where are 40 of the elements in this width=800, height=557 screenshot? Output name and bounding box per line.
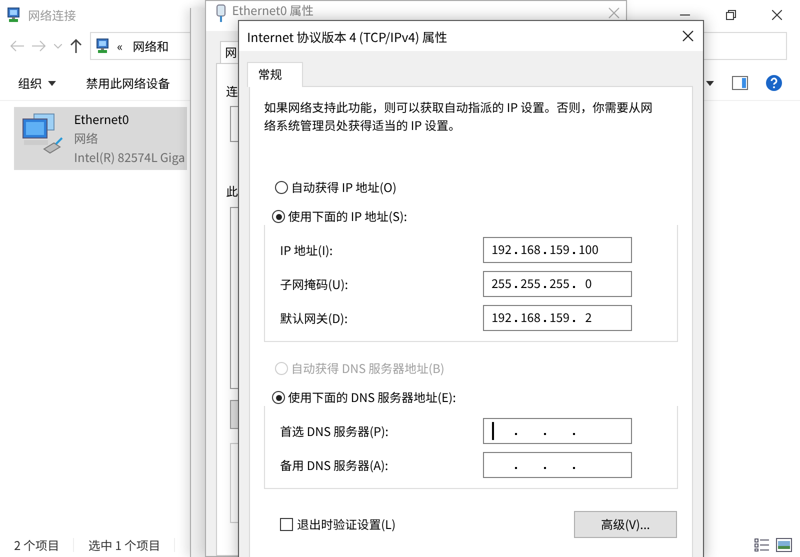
toolbar-button[interactable]: 禁用此网络设备 [86, 74, 170, 92]
field-label: 备用 DNS 服务器(A): [280, 456, 390, 474]
radio-option[interactable]: 自动获得 IP 地址(O) [264, 179, 678, 196]
ip-address-field[interactable] [483, 418, 632, 444]
dialog-title: Internet 协议版本 4 (TCP/IPv4) 属性 [247, 26, 448, 46]
radio-option[interactable]: 使用下面的 IP 地址(S): [261, 208, 678, 225]
close-icon[interactable] [682, 30, 694, 42]
status-text: 2 个项目 [14, 536, 60, 554]
details-view-icon[interactable] [754, 538, 770, 552]
section-label: 连 [226, 83, 238, 100]
advanced-button[interactable]: 高级(V)... [574, 511, 677, 538]
field-label: 子网掩码(U): [280, 276, 350, 292]
ethernet-icon [216, 4, 226, 22]
description-text: 如果网络支持此功能，则可以获取自动指派的 IP 设置。否则，你需要从网络系统管理员处获得适当的 IP 设置。 [264, 99, 654, 135]
large-icons-view-icon[interactable] [776, 538, 792, 552]
ip-address-field[interactable]: 192 168 159 100 [483, 237, 632, 263]
field-label: 首选 DNS 服务器(P): [280, 422, 390, 440]
organize-menu[interactable]: 组织 [18, 74, 56, 92]
field-label: IP 地址(I): [280, 242, 334, 258]
tab[interactable]: 常规 [247, 62, 304, 87]
checkbox[interactable]: 退出时验证设置(L) [264, 516, 396, 533]
window-title: Ethernet0 属性 [232, 4, 314, 18]
caret-icon[interactable] [48, 80, 56, 86]
preview-pane-icon[interactable] [732, 76, 748, 90]
ip-address-field[interactable]: 255 255 255 0 [483, 271, 632, 297]
section-label: 此 [226, 183, 238, 200]
network-folder-icon [6, 7, 22, 23]
status-text: 选中 1 个项目 [88, 536, 160, 554]
up-arrow-icon[interactable] [70, 39, 82, 53]
network-adapter-item[interactable]: Ethernet0 网络 Intel(R) 82574L Giga [14, 107, 188, 170]
close-icon[interactable] [772, 10, 782, 20]
restore-icon[interactable] [726, 10, 736, 20]
help-icon[interactable] [766, 75, 782, 91]
ip-address-field[interactable]: 192 168 159 2 [483, 305, 632, 331]
network-folder-icon [95, 38, 111, 54]
radio-option[interactable]: 使用下面的 DNS 服务器地址(E): [261, 389, 678, 406]
ip-address-field[interactable] [483, 452, 632, 478]
caret-icon[interactable] [706, 80, 714, 86]
window-title: 网络连接 [28, 6, 76, 24]
field-label: 默认网关(D): [280, 310, 349, 326]
